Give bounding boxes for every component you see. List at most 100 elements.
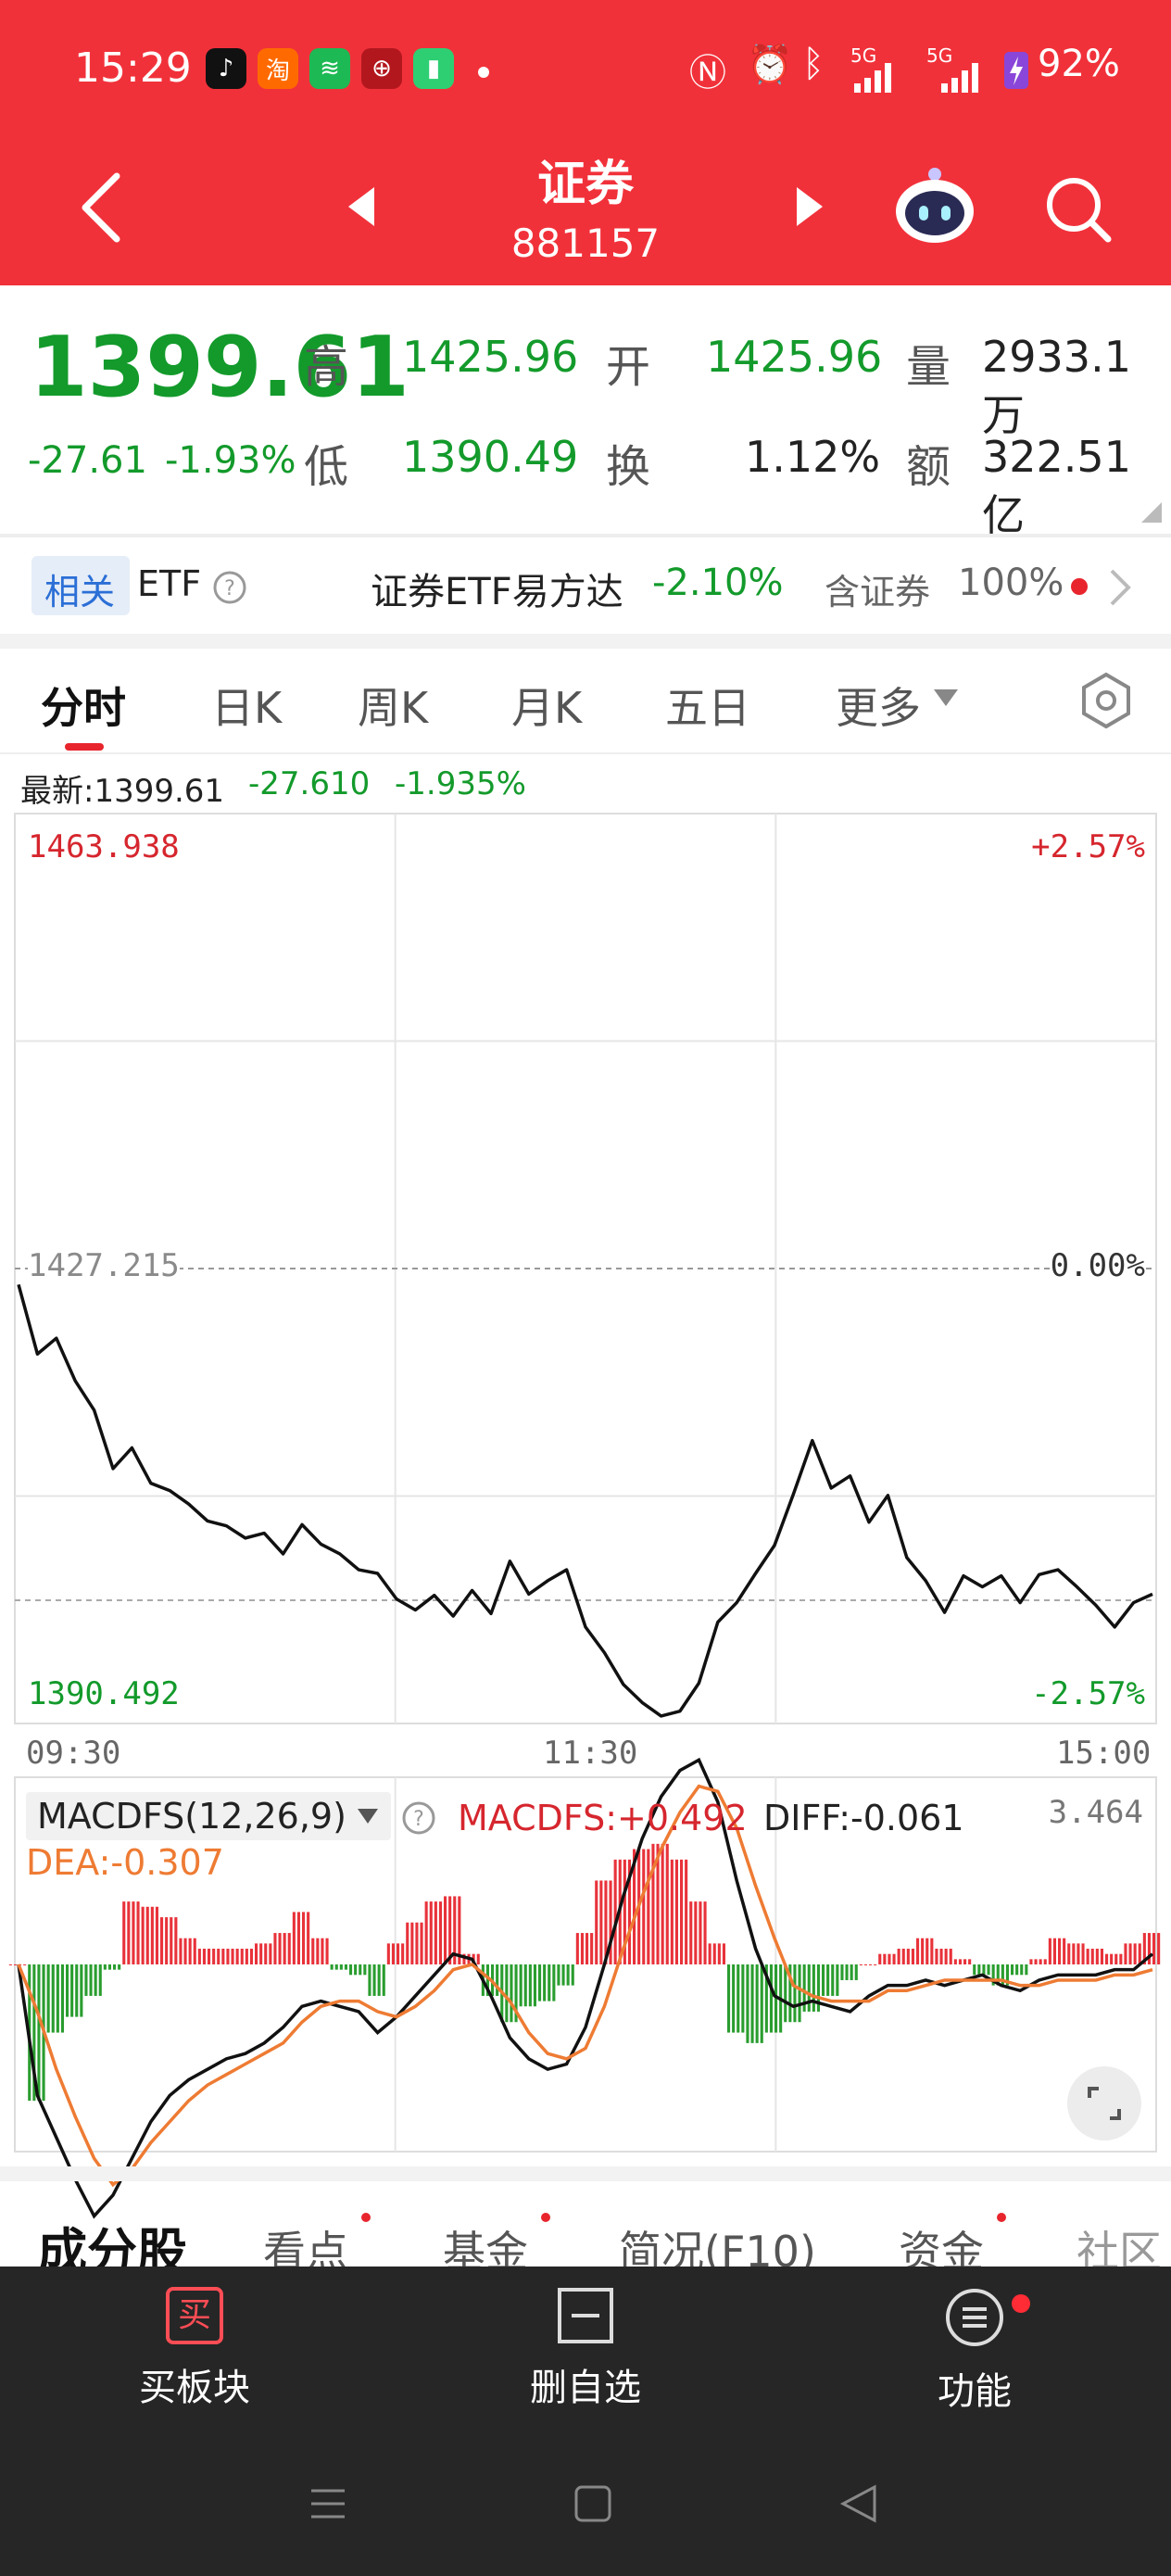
macd-dropdown-icon[interactable] xyxy=(356,1807,380,1825)
macd-bar xyxy=(56,1964,59,2033)
system-home-icon[interactable] xyxy=(573,2483,613,2524)
remove-watchlist-icon xyxy=(558,2288,613,2343)
macd-bar xyxy=(438,1901,442,1964)
macd-bar xyxy=(127,1901,131,1964)
macd-bar xyxy=(269,1943,272,1964)
macd-bar xyxy=(397,1943,400,1964)
macd-bar xyxy=(368,1964,371,1996)
macd-bar xyxy=(883,1953,887,1964)
macd-bar xyxy=(807,1964,811,2012)
macd-bar xyxy=(1100,1949,1103,1964)
macd-bar xyxy=(737,1964,740,2033)
macdfs-value: MACDFS:+0.492 xyxy=(458,1798,748,1838)
buy-sector-button[interactable]: 买 买板块 xyxy=(74,2287,315,2411)
macd-bar xyxy=(141,1906,145,1964)
macd-bar xyxy=(113,1964,117,1970)
macd-help-icon[interactable]: ? xyxy=(400,1799,437,1837)
macd-bar xyxy=(916,1938,920,1964)
pct-axis-max: +2.57% xyxy=(1031,828,1145,865)
macd-bar xyxy=(717,1943,721,1964)
macd-bar xyxy=(642,1849,646,1964)
macd-bar xyxy=(798,1964,801,2023)
highlights-dot xyxy=(361,2213,371,2222)
macd-bar xyxy=(23,1964,27,1965)
macd-bar xyxy=(80,1964,83,2017)
macd-bar xyxy=(377,1964,381,1996)
macd-indicator-name[interactable]: MACDFS(12,26,9) xyxy=(37,1796,346,1837)
macd-bar xyxy=(1081,1943,1085,1964)
macd-bar xyxy=(670,1859,674,1964)
macd-bar xyxy=(444,1896,447,1964)
macd-bar xyxy=(70,1964,74,2017)
macd-bar xyxy=(13,1964,17,1965)
macd-bar xyxy=(1138,1943,1141,1964)
macd-bar xyxy=(1043,1959,1047,1964)
fullscreen-icon[interactable] xyxy=(1065,2065,1143,2142)
macd-bar xyxy=(66,1964,69,2017)
macd-bar xyxy=(755,1964,759,2043)
remove-watchlist-button[interactable]: 删自选 xyxy=(465,2287,706,2411)
macd-bar xyxy=(476,1953,480,1964)
macd-bar xyxy=(240,1949,244,1964)
macd-bar xyxy=(850,1964,853,1980)
macd-bar xyxy=(548,1964,551,2001)
macd-bar xyxy=(1124,1943,1127,1964)
macd-bar xyxy=(1119,1953,1123,1964)
macd-bar xyxy=(179,1938,183,1964)
macd-bar xyxy=(410,1922,414,1964)
macd-bar xyxy=(939,1949,943,1964)
macd-bar xyxy=(1058,1938,1062,1964)
macd-bar xyxy=(680,1859,684,1964)
dea-value: DEA:-0.307 xyxy=(26,1842,224,1883)
macd-bar xyxy=(647,1849,650,1964)
macd-bar xyxy=(874,1964,877,1965)
macd-bar xyxy=(930,1938,934,1964)
macd-bar xyxy=(822,1964,825,1996)
macd-bar xyxy=(1086,1949,1089,1964)
macd-bar xyxy=(391,1943,395,1964)
system-back-icon[interactable] xyxy=(837,2483,878,2524)
macd-bar xyxy=(296,1912,300,1964)
macd-bar xyxy=(869,1964,873,1965)
macd-bar xyxy=(685,1859,688,1964)
macd-bar xyxy=(221,1949,225,1964)
macd-bar xyxy=(1020,1964,1024,1976)
macd-bar xyxy=(897,1949,900,1964)
macd-bar xyxy=(561,1964,565,1986)
macd-bar xyxy=(160,1917,164,1964)
macd-bar xyxy=(586,1933,589,1964)
macd-bar xyxy=(651,1843,655,1964)
intraday-chart[interactable] xyxy=(0,0,1171,2224)
macd-bar xyxy=(533,1964,536,2007)
functions-button[interactable]: 功能 xyxy=(854,2287,1095,2415)
macd-bar xyxy=(311,1938,315,1964)
macd-bar xyxy=(434,1901,437,1964)
macd-bar xyxy=(382,1964,385,1996)
x-tick-midday: 11:30 xyxy=(543,1735,638,1772)
macd-bar xyxy=(51,1964,55,2033)
macd-bar xyxy=(1095,1949,1099,1964)
macd-bar xyxy=(571,1964,574,1986)
macd-bar xyxy=(255,1943,258,1964)
macd-bar xyxy=(217,1949,220,1964)
macd-bar xyxy=(519,1964,523,2007)
macd-bar xyxy=(94,1964,97,1996)
system-menu-icon[interactable] xyxy=(308,2483,348,2524)
diff-value: DIFF:-0.061 xyxy=(763,1798,964,1838)
macd-bar xyxy=(566,1964,570,1986)
macd-bar xyxy=(575,1933,579,1964)
macd-bar xyxy=(689,1901,693,1964)
macd-bar xyxy=(401,1943,405,1964)
macd-bar xyxy=(793,1964,797,2023)
macd-bar xyxy=(212,1949,216,1964)
macd-bar xyxy=(543,1964,547,2001)
macd-bar xyxy=(699,1901,702,1964)
macd-bar xyxy=(557,1964,560,1986)
macd-bar xyxy=(580,1933,584,1964)
macd-bar xyxy=(231,1949,234,1964)
macd-bar xyxy=(132,1901,135,1964)
macd-bar xyxy=(344,1964,347,1970)
macd-bar xyxy=(505,1964,509,2023)
macd-bar xyxy=(386,1943,390,1964)
macd-bar xyxy=(193,1938,196,1964)
